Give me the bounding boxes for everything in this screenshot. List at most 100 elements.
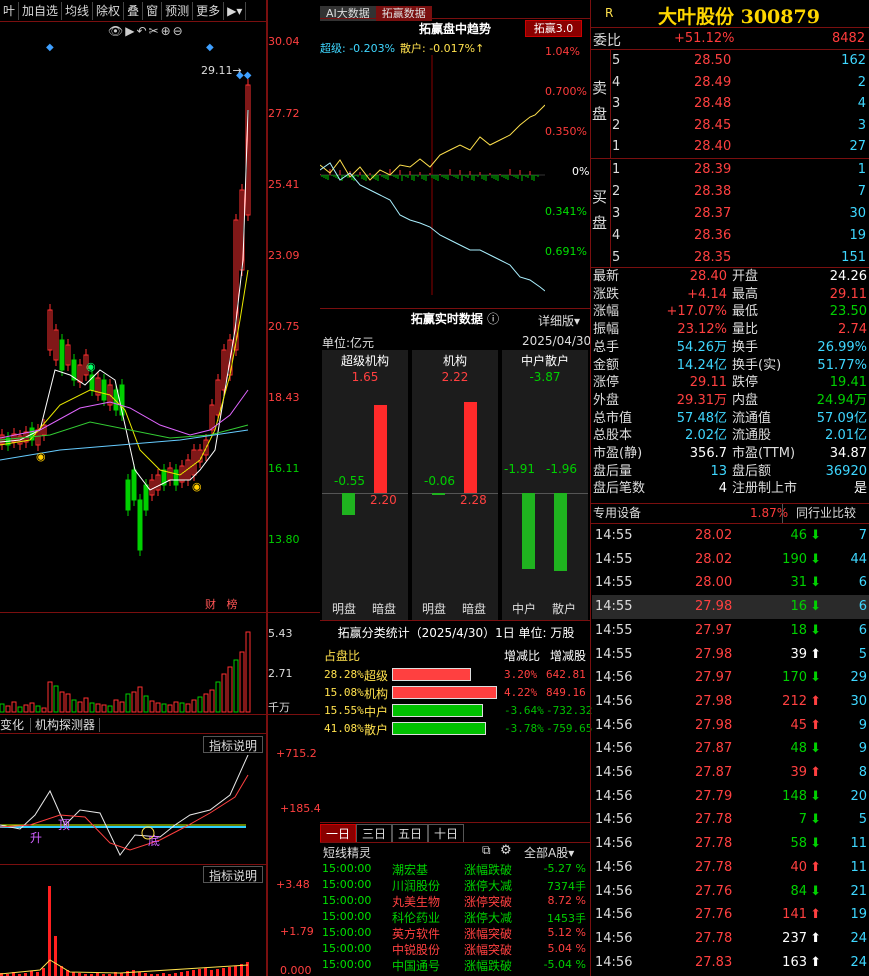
group-label-1: 中户 bbox=[512, 602, 537, 616]
tick-row[interactable]: 14:56 27.87 39 ⬆ 8 bbox=[592, 761, 869, 785]
market-filter[interactable]: 全部A股▾ bbox=[524, 844, 574, 861]
tick-row[interactable]: 14:56 27.76 84 ⬇ 21 bbox=[592, 880, 869, 904]
tab-3day[interactable]: 三日 bbox=[356, 824, 393, 843]
ind2-bar bbox=[198, 969, 201, 976]
tick-row[interactable]: 14:55 28.00 31 ⬇ 6 bbox=[592, 571, 869, 595]
tick-row[interactable]: 14:56 27.78 58 ⬇ 11 bbox=[592, 832, 869, 856]
volume-bar bbox=[113, 699, 119, 713]
tab-inst-detector[interactable]: 机构探测器 bbox=[31, 718, 101, 732]
orderbook-row[interactable]: 2 28.38 7 bbox=[598, 181, 869, 203]
toolbar-window[interactable]: 窗 bbox=[143, 2, 163, 20]
pct-tick: 0.691% bbox=[545, 245, 587, 258]
price-tick: 18.43 bbox=[268, 391, 300, 404]
toolbar-overlay[interactable]: 叠 bbox=[124, 2, 144, 20]
tick-row[interactable]: 14:55 28.02 46 ⬇ 7 bbox=[592, 524, 869, 548]
candle bbox=[137, 499, 143, 551]
group-value-b: 2.28 bbox=[460, 493, 487, 507]
tick-row[interactable]: 14:56 27.78 237 ⬆ 24 bbox=[592, 927, 869, 951]
ind2-bar bbox=[222, 968, 225, 976]
tick-arrow-icon: ⬆ bbox=[810, 693, 821, 709]
weibi-pct: +51.12% bbox=[674, 31, 735, 46]
tab-1day[interactable]: 一日 bbox=[320, 824, 357, 843]
candle bbox=[101, 379, 107, 401]
tick-row[interactable]: 14:56 27.78 7 ⬇ 5 bbox=[592, 808, 869, 832]
volume-bar bbox=[221, 673, 227, 713]
news-item[interactable]: 15:00:00 潮宏基 涨幅跌破 -5.27 % bbox=[322, 861, 590, 877]
news-item[interactable]: 15:00:00 英方软件 涨幅突破 5.12 % bbox=[322, 925, 590, 941]
orderbook-row[interactable]: 5 28.50 162 bbox=[598, 50, 869, 72]
tick-row[interactable]: 14:55 27.98 39 ⬆ 5 bbox=[592, 643, 869, 667]
orderbook-row[interactable]: 3 28.48 4 bbox=[598, 93, 869, 115]
tick-row[interactable]: 14:56 27.87 48 ⬇ 9 bbox=[592, 737, 869, 761]
tuoying3-button[interactable]: 拓赢3.0 bbox=[525, 20, 582, 37]
volume-bar bbox=[197, 696, 203, 713]
indicator-help-button[interactable]: 指标说明 bbox=[203, 736, 263, 753]
group-bar bbox=[522, 493, 535, 570]
svg-text:◉: ◉ bbox=[192, 480, 202, 493]
orderbook-row[interactable]: 4 28.49 2 bbox=[598, 72, 869, 94]
gear-icon[interactable]: ⚙ bbox=[500, 843, 512, 858]
toolbar-ma[interactable]: 均线 bbox=[62, 2, 94, 20]
stat-row: 涨跌 +4.14 最高 29.11 bbox=[593, 286, 867, 302]
ind2-bar bbox=[72, 972, 75, 976]
volume-chart bbox=[0, 631, 251, 713]
group-label-2: 散户 bbox=[552, 602, 577, 616]
tick-row[interactable]: 14:56 27.98 212 ⬆ 30 bbox=[592, 690, 869, 714]
group-value-b: -1.96 bbox=[546, 462, 578, 476]
info-icon[interactable]: ⓘ bbox=[487, 312, 499, 326]
pct-tick: 0.341% bbox=[545, 205, 587, 218]
vol-mid-label: 2.71 bbox=[268, 667, 293, 680]
volume-bar bbox=[143, 695, 149, 713]
expand-icon[interactable]: ⧉ bbox=[482, 843, 491, 858]
tab-10day[interactable]: 十日 bbox=[428, 824, 465, 843]
tab-change[interactable]: 变化 bbox=[0, 718, 32, 732]
orderbook-row[interactable]: 5 28.35 151 bbox=[598, 247, 869, 269]
orderbook-row[interactable]: 4 28.36 19 bbox=[598, 225, 869, 247]
news-item[interactable]: 15:00:00 科伦药业 涨停大减 1453手 bbox=[322, 909, 590, 925]
toolbar-more[interactable]: 更多 bbox=[193, 2, 225, 20]
detail-select[interactable]: 详细版▾ bbox=[538, 312, 580, 329]
news-item[interactable]: 15:00:00 川润股份 涨停大减 7374手 bbox=[322, 877, 590, 893]
group-card: 机构 2.22 -0.06 2.28 明盘 暗盘 bbox=[412, 350, 498, 620]
tick-row[interactable]: 14:56 27.83 163 ⬆ 24 bbox=[592, 951, 869, 975]
volume-bar bbox=[53, 685, 59, 713]
tick-arrow-icon: ⬇ bbox=[810, 812, 821, 828]
toolbar-item-0[interactable]: 叶 bbox=[0, 2, 20, 20]
compare-button[interactable]: 同行业比较 bbox=[782, 504, 869, 523]
volume-bar bbox=[185, 703, 191, 713]
tick-arrow-icon: ⬇ bbox=[810, 551, 821, 567]
class-row: 41.08% 散户 -3.78% -759.65 bbox=[324, 722, 593, 737]
tab-finance[interactable]: 财 bbox=[205, 598, 216, 611]
news-item[interactable]: 15:00:00 丸美生物 涨停突破 8.72 % bbox=[322, 893, 590, 909]
tick-row[interactable]: 14:55 27.98 16 ⬇ 6 bbox=[592, 595, 869, 620]
pct-tick: 0.700% bbox=[545, 85, 587, 98]
group-card: 超级机构 1.65 -0.55 2.20 明盘 暗盘 bbox=[322, 350, 408, 620]
industry-name: 专用设备 bbox=[593, 506, 642, 520]
tab-5day[interactable]: 五日 bbox=[392, 824, 429, 843]
tick-row[interactable]: 14:55 28.02 190 ⬇ 44 bbox=[592, 548, 869, 572]
orderbook-row[interactable]: 2 28.45 3 bbox=[598, 115, 869, 137]
news-item[interactable]: 15:00:00 中锐股份 涨幅突破 5.04 % bbox=[322, 941, 590, 957]
news-item[interactable]: 15:00:00 中国通号 涨幅跌破 -5.04 % bbox=[322, 957, 590, 973]
toolbar-add-watch[interactable]: 加自选 bbox=[19, 2, 63, 20]
volume-bar bbox=[11, 701, 17, 713]
tick-row[interactable]: 14:56 27.79 148 ⬇ 20 bbox=[592, 785, 869, 809]
tick-row[interactable]: 14:56 27.78 40 ⬆ 11 bbox=[592, 856, 869, 880]
tick-row[interactable]: 14:56 27.76 141 ⬆ 19 bbox=[592, 903, 869, 927]
ind2-bar bbox=[216, 969, 219, 976]
tick-row[interactable]: 14:55 27.97 18 ⬇ 6 bbox=[592, 619, 869, 643]
toolbar-exright[interactable]: 除权 bbox=[93, 2, 125, 20]
orderbook-row[interactable]: 1 28.39 1 bbox=[598, 159, 869, 181]
tick-row[interactable]: 14:56 27.97 170 ⬇ 29 bbox=[592, 666, 869, 690]
orderbook-row[interactable]: 3 28.37 30 bbox=[598, 203, 869, 225]
tab-rank[interactable]: 榜 bbox=[227, 598, 238, 611]
group-bar bbox=[554, 493, 567, 572]
toolbar-forecast[interactable]: 预测 bbox=[162, 2, 194, 20]
ind2-bar bbox=[54, 936, 57, 976]
day-tabs: 一日 三日 五日 十日 bbox=[320, 824, 465, 843]
tick-row[interactable]: 14:56 27.98 45 ⬆ 9 bbox=[592, 714, 869, 738]
group-name: 机构 bbox=[442, 354, 467, 368]
orderbook-row[interactable]: 1 28.40 27 bbox=[598, 136, 869, 158]
toolbar-arrow-icon[interactable]: ▶▾ bbox=[224, 2, 247, 20]
weibi-label: 委比 bbox=[593, 33, 621, 49]
